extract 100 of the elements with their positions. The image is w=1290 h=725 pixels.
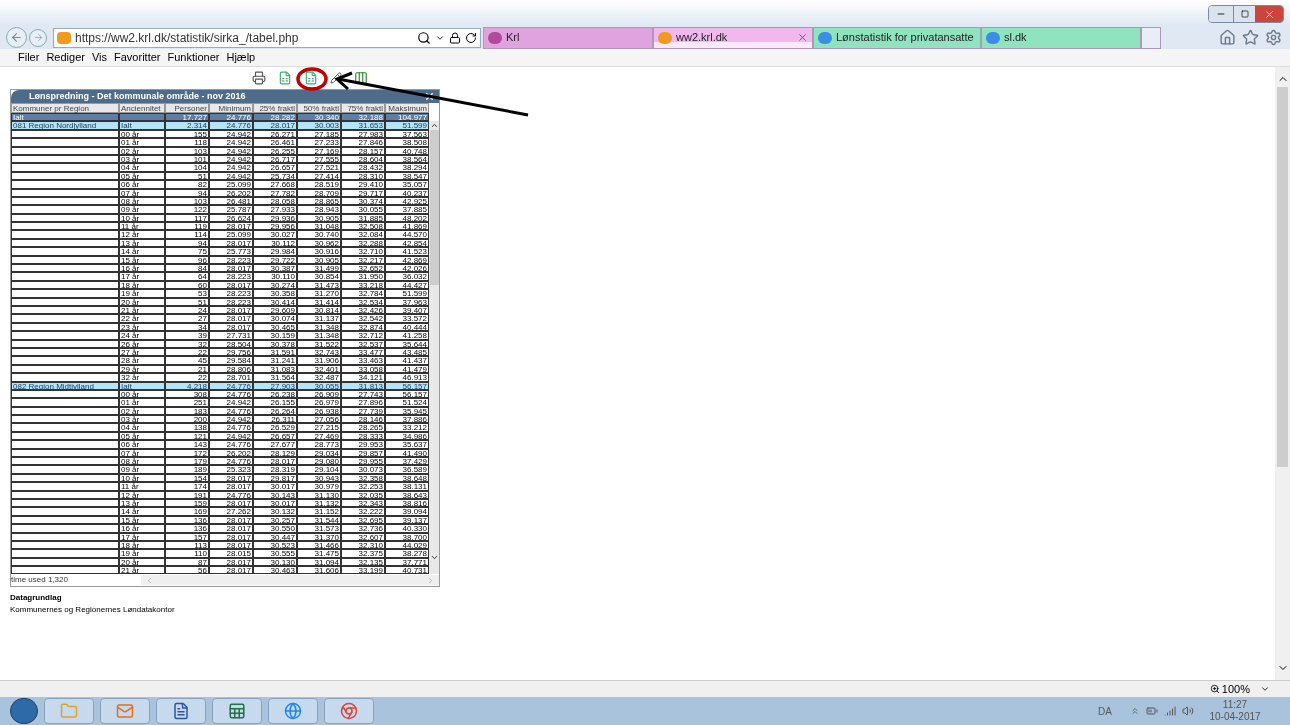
table-cell: 30.550 <box>253 524 297 533</box>
spreadsheet-icon[interactable] <box>304 71 318 85</box>
minimize-button[interactable] <box>1209 6 1233 22</box>
scroll-thumb[interactable] <box>429 130 439 285</box>
column-header[interactable]: Minimum <box>209 103 253 113</box>
table-cell: 21 år <box>119 566 165 575</box>
settings-icon[interactable] <box>1265 29 1282 46</box>
table-cell: 08 år <box>119 457 165 466</box>
browser-tab[interactable]: Krl <box>483 26 653 49</box>
taskbar-app[interactable] <box>324 698 374 724</box>
table-cell: 82 <box>165 180 209 189</box>
menu-item[interactable]: Funktioner <box>167 49 220 66</box>
table-cell: 31.083 <box>253 364 297 374</box>
table-cell: 25.323 <box>209 465 253 474</box>
table-cell: 26.311 <box>253 415 297 424</box>
restore-button[interactable] <box>1233 6 1255 22</box>
vertical-scrollbar[interactable] <box>429 121 439 575</box>
taskbar-app[interactable] <box>212 698 262 724</box>
table-cell: 31.048 <box>297 222 341 231</box>
column-header[interactable]: Personer <box>165 103 209 113</box>
close-tab-icon[interactable] <box>797 32 808 43</box>
menu-item[interactable]: Hjælp <box>226 49 256 66</box>
table-cell: 30.027 <box>253 230 297 239</box>
clock-date[interactable]: 10-04-2017 <box>1209 711 1261 723</box>
close-icon[interactable] <box>424 91 435 102</box>
forward-button[interactable] <box>29 28 47 47</box>
column-header[interactable]: 25% fraktl <box>253 103 297 113</box>
search-icon[interactable] <box>417 30 431 45</box>
refresh-icon[interactable] <box>465 31 477 44</box>
table-cell: 169 <box>165 507 209 516</box>
site-icon <box>488 31 502 44</box>
pencil-icon[interactable] <box>330 72 342 84</box>
columns-icon[interactable] <box>354 71 368 85</box>
language-indicator[interactable]: DA <box>1098 703 1112 719</box>
browser-tab[interactable]: sl.dk <box>981 26 1141 49</box>
scroll-up-icon[interactable] <box>429 121 439 130</box>
taskbar-app[interactable] <box>268 698 318 724</box>
table-cell: 29 år <box>119 364 165 374</box>
table-cell: 32.343 <box>341 498 385 508</box>
table-cell: 189 <box>165 465 209 474</box>
back-button[interactable] <box>6 27 27 48</box>
table-cell: 51.524 <box>385 398 429 407</box>
table-cell: 157 <box>165 532 209 541</box>
table-cell: 41.437 <box>385 356 429 365</box>
browser-tab[interactable]: Lønstatistik for privatansatte <box>813 26 981 49</box>
scroll-thumb[interactable] <box>1277 87 1288 467</box>
zoom-icon <box>1209 684 1220 694</box>
table-cell: 28.017 <box>209 566 253 575</box>
taskbar-app[interactable] <box>156 698 206 724</box>
table-cell: 03 år <box>119 415 165 424</box>
table-cell: 21 <box>165 364 209 374</box>
table-cell: 38.278 <box>385 549 429 558</box>
table-cell: 28.017 <box>253 121 297 130</box>
signal-icon[interactable] <box>1164 705 1176 717</box>
new-tab-button[interactable] <box>1141 26 1161 49</box>
address-bar[interactable]: https://ww2.krl.dk/statistik/sirka_/tabel.php <box>53 27 481 48</box>
table-cell: 35.637 <box>385 440 429 449</box>
table-cell: 179 <box>165 457 209 466</box>
zoom-level[interactable]: 100% <box>1221 680 1250 698</box>
menu-item[interactable]: Filer <box>18 49 40 66</box>
table-cell: 28.017 <box>209 238 253 248</box>
taskbar-app[interactable] <box>100 698 150 724</box>
table-cell: 04 år <box>119 163 165 172</box>
menu-item[interactable]: Favoritter <box>114 49 161 66</box>
tab-label: Krl <box>506 30 520 46</box>
column-header[interactable]: Kommuner pr Region <box>11 103 119 113</box>
table-cell: 05 år <box>119 431 165 441</box>
close-button[interactable] <box>1255 6 1283 22</box>
battery-icon[interactable] <box>1146 705 1158 717</box>
column-header[interactable]: Anciennitet <box>119 103 165 113</box>
table-cell: 14 år <box>119 247 165 256</box>
table-cell: 30.465 <box>253 322 297 332</box>
table-cell: 33.477 <box>341 347 385 357</box>
clock-time[interactable]: 11:27 <box>1222 699 1248 711</box>
page-scrollbar[interactable] <box>1275 67 1290 680</box>
source-text: Kommunernes og Regionernes Løndatakontor <box>10 605 176 616</box>
spreadsheet-icon[interactable] <box>278 71 292 85</box>
close-icon <box>1263 8 1275 20</box>
browser-tab[interactable]: ww2.krl.dk <box>653 26 813 49</box>
column-header[interactable]: 75% fraktl <box>341 103 385 113</box>
table-cell: 27.469 <box>297 431 341 441</box>
table-cell: 24.776 <box>209 406 253 416</box>
table-cell: 37.771 <box>385 557 429 567</box>
start-button[interactable] <box>10 698 38 724</box>
favorites-icon[interactable] <box>1242 29 1259 46</box>
dropdown-icon[interactable] <box>1260 684 1270 694</box>
printer-icon[interactable] <box>252 71 266 85</box>
table-cell: 26.264 <box>253 406 297 416</box>
menu-item[interactable]: Vis <box>91 49 107 66</box>
table-cell: 09 år <box>119 465 165 474</box>
table-cell: 32.537 <box>341 339 385 348</box>
table-cell: 16 år <box>119 524 165 533</box>
column-header[interactable]: 50% fraktl <box>297 103 341 113</box>
column-header[interactable]: Maksimum <box>385 103 429 113</box>
volume-icon[interactable] <box>1182 705 1194 717</box>
home-icon[interactable] <box>1219 29 1236 46</box>
table-cell: 24.942 <box>209 146 253 155</box>
tray-expand-icon[interactable] <box>1130 706 1140 716</box>
table-cell: 12 år <box>119 230 165 239</box>
menu-item[interactable]: Rediger <box>46 49 85 66</box>
